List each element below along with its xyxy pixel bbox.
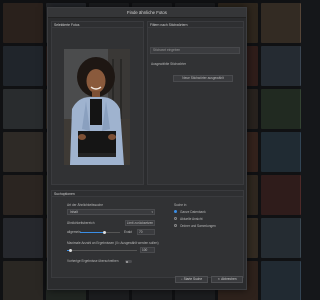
keyword-filter-panel: Filtern nach Stichwörtern Stichwort eing… xyxy=(147,21,244,185)
similarity-type-value: Inhalt xyxy=(70,210,78,214)
threshold-slider-knob[interactable] xyxy=(102,231,106,234)
threshold-label: Ähnlichkeitsbereich xyxy=(67,221,95,225)
radio-folders-collections-label: Ordner und Sammlungen xyxy=(180,223,216,228)
overwrite-results-toggle[interactable] xyxy=(125,260,132,263)
radio-current-view-label: Aktuelle Ansicht xyxy=(180,216,203,221)
search-in-label: Suche in xyxy=(174,203,187,207)
portrait-image xyxy=(64,49,130,165)
dialog-title: Finde ähnliche Fotos xyxy=(48,8,246,18)
reset-limit-button[interactable]: Limit zurücksetzen xyxy=(125,220,155,226)
search-options-title: Suchoptionen xyxy=(52,191,243,197)
find-similar-dialog: Finde ähnliche Fotos Selektierte Fotos F… xyxy=(47,7,247,290)
chevron-down-icon: ▾ xyxy=(151,210,153,214)
max-results-value: 100 xyxy=(142,248,148,252)
overwrite-results-label: Vorherige Ergebnisse überschreiben xyxy=(67,259,119,263)
keyword-filter-title: Filtern nach Stichwörtern xyxy=(148,22,243,28)
search-icon: ⌕ xyxy=(180,277,183,281)
selected-keywords-label: Ausgewählte Stichwörter xyxy=(151,62,187,66)
cancel-button[interactable]: ✕Abbrechen xyxy=(211,276,243,283)
radio-current-view[interactable] xyxy=(174,217,177,220)
start-search-button[interactable]: ⌕Starte Suche xyxy=(175,276,208,283)
radio-whole-database-label: Ganze Datenbank xyxy=(180,209,206,214)
selected-photo[interactable] xyxy=(64,49,130,165)
toggle-knob xyxy=(125,260,128,263)
threshold-value: 70 xyxy=(139,230,143,234)
radio-whole-database[interactable] xyxy=(174,210,177,213)
threshold-min-label: allgemein xyxy=(67,230,81,234)
max-results-input[interactable]: 100 xyxy=(140,247,155,253)
max-results-slider-knob[interactable] xyxy=(69,249,72,252)
max-results-slider-track[interactable] xyxy=(67,250,137,251)
threshold-max-label: Exakt xyxy=(124,230,132,234)
selected-photos-panel: Selektierte Fotos xyxy=(51,21,144,185)
search-options-panel: Suchoptionen Art der Ähnlichkeitssuche I… xyxy=(51,190,244,278)
keyword-input[interactable]: Stichwort eingeben xyxy=(150,47,240,54)
radio-folders-collections[interactable] xyxy=(174,224,177,227)
threshold-slider-fill xyxy=(80,232,104,233)
selected-photos-title: Selektierte Fotos xyxy=(52,22,143,28)
close-icon: ✕ xyxy=(217,277,221,281)
new-keywords-button[interactable]: Neue Stichwörter ausgewählt xyxy=(173,75,233,82)
similarity-type-label: Art der Ähnlichkeitssuche xyxy=(67,203,103,207)
max-results-label: Maximale Anzahl an Ergebnissen (0= Ausge… xyxy=(67,241,159,245)
threshold-value-input[interactable]: 70 xyxy=(137,229,155,235)
cancel-label: Abbrechen xyxy=(221,277,237,281)
start-search-label: Starte Suche xyxy=(183,277,203,281)
similarity-type-select[interactable]: Inhalt ▾ xyxy=(67,209,155,215)
